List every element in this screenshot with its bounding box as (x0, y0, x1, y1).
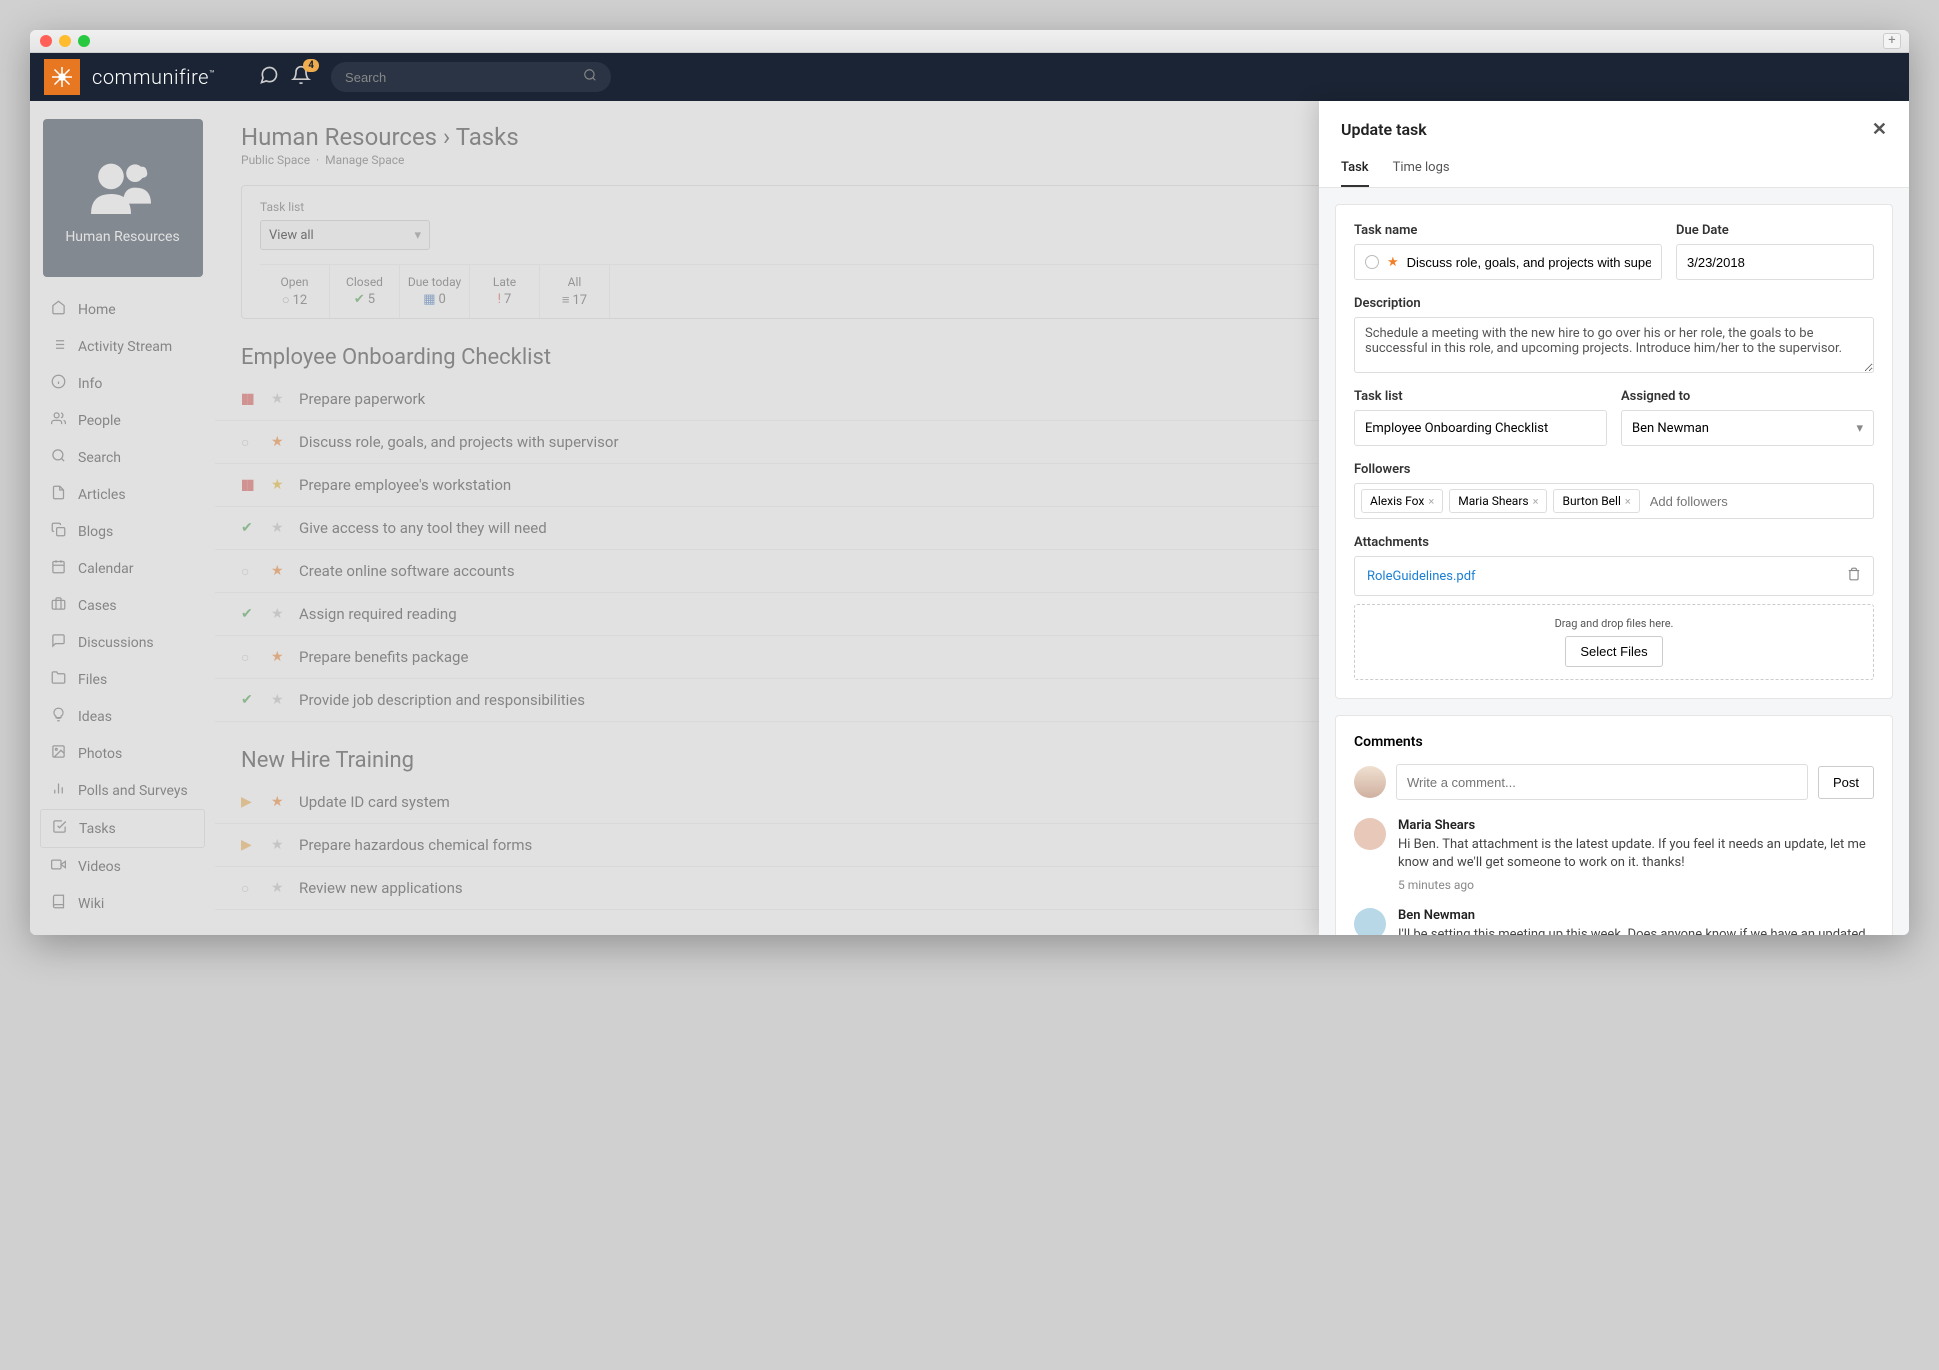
window-maximize-button[interactable] (78, 35, 90, 47)
close-icon[interactable]: ✕ (1872, 119, 1887, 140)
remove-tag-icon[interactable]: × (1625, 495, 1631, 508)
window-minimize-button[interactable] (59, 35, 71, 47)
comment: Ben Newman I'll be setting this meeting u… (1354, 908, 1874, 935)
follower-tag: Alexis Fox × (1361, 489, 1443, 513)
assigned-label: Assigned to (1621, 389, 1874, 404)
drawer-title: Update task (1341, 120, 1427, 139)
comment-input[interactable] (1396, 764, 1808, 800)
comment-text: I'll be setting this meeting up this wee… (1398, 926, 1874, 935)
comment-author: Maria Shears (1398, 818, 1874, 833)
task-form: Task name ★ Due Date (1335, 204, 1893, 699)
comment-author: Ben Newman (1398, 908, 1874, 923)
attachment-link[interactable]: RoleGuidelines.pdf (1367, 569, 1476, 584)
tab-task[interactable]: Task (1341, 160, 1369, 187)
description-textarea[interactable] (1354, 317, 1874, 373)
star-icon[interactable]: ★ (1387, 255, 1399, 270)
follower-tag: Maria Shears × (1449, 489, 1547, 513)
search-input[interactable] (345, 70, 583, 85)
comment-text: Hi Ben. That attachment is the latest up… (1398, 836, 1874, 872)
post-comment-button[interactable]: Post (1818, 766, 1874, 799)
tasklist-field[interactable]: Employee Onboarding Checklist (1354, 410, 1607, 446)
notification-bell-icon[interactable]: 4 (291, 65, 311, 90)
task-drawer: Update task ✕ Task Time logs Task name ★ (1319, 101, 1909, 935)
attachments-label: Attachments (1354, 535, 1874, 550)
tasklist-field-label: Task list (1354, 389, 1607, 404)
remove-tag-icon[interactable]: × (1428, 495, 1434, 508)
followers-label: Followers (1354, 462, 1874, 477)
notification-badge: 4 (303, 59, 319, 72)
comments-title: Comments (1354, 734, 1874, 750)
avatar (1354, 908, 1386, 935)
attachment-list: RoleGuidelines.pdf (1354, 556, 1874, 596)
add-follower-input[interactable] (1646, 490, 1867, 513)
status-radio-icon[interactable] (1365, 255, 1379, 269)
brand-logo[interactable] (44, 59, 80, 95)
task-name-input[interactable]: ★ (1354, 244, 1662, 280)
global-search[interactable] (331, 62, 611, 92)
task-name-label: Task name (1354, 223, 1662, 238)
assigned-select[interactable]: Ben Newman▾ (1621, 410, 1874, 446)
description-label: Description (1354, 296, 1874, 311)
comment-time: 5 minutes ago (1398, 878, 1874, 892)
file-dropzone[interactable]: Drag and drop files here. Select Files (1354, 604, 1874, 680)
comments-section: Comments Post Maria Shears Hi Ben. That a… (1335, 715, 1893, 935)
search-icon (583, 68, 597, 86)
new-tab-button[interactable]: + (1883, 33, 1901, 49)
chat-icon[interactable] (259, 65, 279, 90)
select-files-button[interactable]: Select Files (1565, 636, 1662, 667)
trash-icon[interactable] (1847, 567, 1861, 585)
tab-timelogs[interactable]: Time logs (1393, 160, 1450, 187)
top-navbar: communifire™ 4 (30, 53, 1909, 101)
followers-input[interactable]: Alexis Fox ×Maria Shears ×Burton Bell × (1354, 483, 1874, 519)
avatar (1354, 766, 1386, 798)
comment: Maria Shears Hi Ben. That attachment is t… (1354, 818, 1874, 892)
follower-tag: Burton Bell × (1553, 489, 1639, 513)
due-date-input[interactable] (1676, 244, 1874, 280)
window-close-button[interactable] (40, 35, 52, 47)
due-date-label: Due Date (1676, 223, 1874, 238)
window-titlebar: + (30, 30, 1909, 53)
brand-name: communifire™ (92, 65, 215, 89)
remove-tag-icon[interactable]: × (1533, 495, 1539, 508)
avatar (1354, 818, 1386, 850)
